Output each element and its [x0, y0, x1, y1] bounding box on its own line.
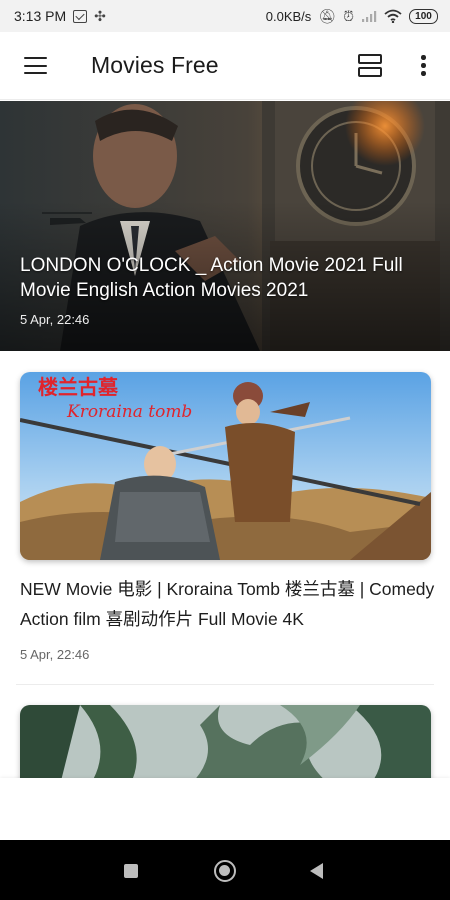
recents-button[interactable] [124, 864, 138, 878]
card-thumbnail[interactable]: 楼兰古墓 Kroraina tomb [20, 372, 431, 560]
status-time: 3:13 PM [14, 8, 67, 24]
hero-card[interactable]: LONDON O'CLOCK _ Action Movie 2021 Full … [0, 101, 450, 351]
alarm-icon: ⏰︎ [343, 8, 354, 24]
layout-toggle-icon[interactable] [358, 54, 382, 78]
status-left: 3:13 PM ✣ [14, 8, 106, 24]
back-button[interactable] [310, 863, 323, 879]
more-vert-icon[interactable] [416, 54, 430, 78]
app-bar: Movies Free [0, 32, 450, 100]
system-nav-bar [0, 840, 450, 900]
page-title: Movies Free [91, 52, 219, 78]
status-bar: 3:13 PM ✣ 0.0KB/s 🔕︎ ⏰︎ 100 [0, 0, 450, 32]
status-right: 0.0KB/s 🔕︎ ⏰︎ 100 [265, 8, 438, 24]
battery-icon: 100 [409, 8, 438, 24]
network-speed: 0.0KB/s [265, 8, 312, 24]
menu-icon[interactable] [24, 57, 47, 75]
fan-icon: ✣ [94, 8, 106, 24]
hero-title: LONDON O'CLOCK _ Action Movie 2021 Full … [20, 255, 403, 301]
card-thumbnail[interactable] [20, 705, 431, 785]
home-button[interactable] [214, 860, 236, 882]
hero-date: 5 Apr, 22:46 [20, 312, 90, 327]
thumb-caption: Kroraina tomb [66, 402, 192, 422]
palm-tree-thumbnail [20, 705, 431, 785]
card-date: 5 Apr, 22:46 [20, 647, 90, 662]
card-title[interactable]: NEW Movie 电影 | Kroraina Tomb 楼兰古墓 | Come… [20, 574, 435, 634]
notification-icon [73, 9, 88, 23]
wifi-icon [384, 9, 402, 23]
mute-icon: 🔕︎ [318, 8, 337, 24]
signal-icon [362, 10, 377, 22]
bottom-panel [0, 778, 450, 840]
thumb-caption-cn: 楼兰古墓 [38, 375, 119, 399]
divider [16, 684, 434, 685]
kroraina-tomb-thumbnail: 楼兰古墓 Kroraina tomb [20, 372, 431, 560]
